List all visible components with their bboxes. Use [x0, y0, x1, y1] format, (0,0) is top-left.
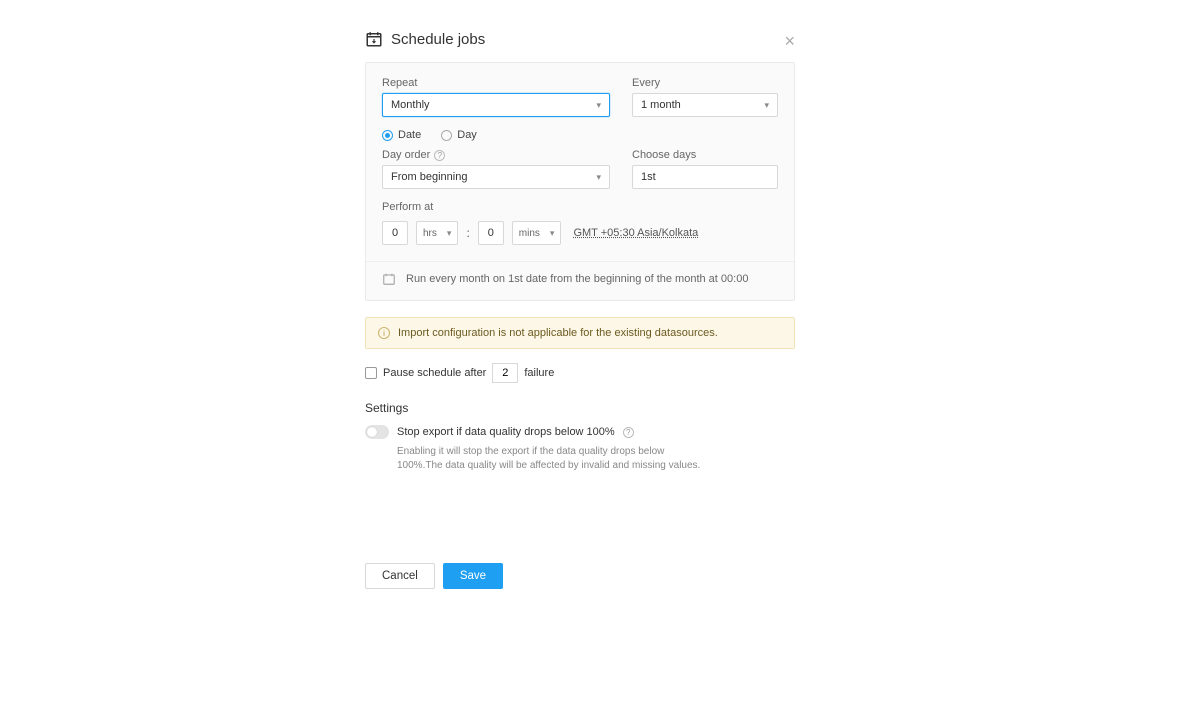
- time-colon: :: [466, 226, 469, 240]
- choose-days-field: Choose days 1st: [632, 149, 778, 189]
- chevron-down-icon: ▾: [596, 172, 601, 183]
- pause-schedule-row: Pause schedule after failure: [365, 363, 795, 383]
- radio-dot-icon: [382, 130, 393, 141]
- day-order-select[interactable]: From beginning ▾: [382, 165, 610, 189]
- repeat-select[interactable]: Monthly ▾: [382, 93, 610, 117]
- panel-header: Schedule jobs ×: [365, 30, 795, 48]
- radio-date-label: Date: [398, 129, 421, 141]
- divider: [366, 261, 794, 262]
- stop-export-label: Stop export if data quality drops below …: [397, 426, 615, 438]
- every-select[interactable]: 1 month ▾: [632, 93, 778, 117]
- repeat-label: Repeat: [382, 77, 610, 89]
- radio-day-label: Day: [457, 129, 477, 141]
- pause-suffix: failure: [524, 367, 554, 379]
- save-button[interactable]: Save: [443, 563, 503, 589]
- calendar-icon: [382, 272, 396, 286]
- day-order-field: Day order ? From beginning ▾: [382, 149, 610, 189]
- timezone-link[interactable]: GMT +05:30 Asia/Kolkata: [573, 227, 698, 239]
- stop-export-row: Stop export if data quality drops below …: [365, 425, 795, 439]
- mins-unit-select[interactable]: mins▾: [512, 221, 562, 245]
- info-icon: i: [378, 327, 390, 339]
- import-config-alert: i Import configuration is not applicable…: [365, 317, 795, 349]
- chevron-down-icon: ▾: [550, 228, 555, 239]
- close-icon[interactable]: ×: [784, 32, 795, 50]
- settings-heading: Settings: [365, 401, 795, 415]
- chevron-down-icon: ▾: [764, 100, 769, 111]
- cancel-button[interactable]: Cancel: [365, 563, 435, 589]
- schedule-summary: Run every month on 1st date from the beg…: [382, 272, 778, 286]
- hours-input[interactable]: 0: [382, 221, 408, 245]
- radio-date[interactable]: Date: [382, 129, 421, 141]
- calendar-icon: [365, 30, 383, 48]
- radio-day[interactable]: Day: [441, 129, 477, 141]
- help-icon[interactable]: ?: [434, 150, 445, 161]
- perform-at-field: Perform at 0 hrs▾ : 0 mins▾ GMT +05:30 A…: [382, 201, 778, 245]
- help-icon[interactable]: ?: [623, 427, 634, 438]
- every-value: 1 month: [641, 99, 681, 111]
- day-order-label: Day order ?: [382, 149, 610, 161]
- choose-days-value: 1st: [641, 171, 656, 183]
- chevron-down-icon: ▾: [596, 100, 601, 111]
- pause-prefix: Pause schedule after: [383, 367, 486, 379]
- pause-count-input[interactable]: [492, 363, 518, 383]
- alert-text: Import configuration is not applicable f…: [398, 327, 718, 339]
- hours-unit-select[interactable]: hrs▾: [416, 221, 458, 245]
- schedule-jobs-panel: Schedule jobs × Repeat Monthly ▾ Every 1…: [365, 30, 795, 472]
- stop-export-desc: Enabling it will stop the export if the …: [397, 445, 707, 472]
- day-order-value: From beginning: [391, 171, 467, 183]
- summary-text: Run every month on 1st date from the beg…: [406, 273, 748, 285]
- mins-input[interactable]: 0: [478, 221, 504, 245]
- panel-title: Schedule jobs: [391, 31, 485, 48]
- perform-at-label: Perform at: [382, 201, 778, 213]
- repeat-field: Repeat Monthly ▾: [382, 77, 610, 117]
- choose-days-select[interactable]: 1st: [632, 165, 778, 189]
- radio-dot-icon: [441, 130, 452, 141]
- every-label: Every: [632, 77, 778, 89]
- every-field: Every 1 month ▾: [632, 77, 778, 117]
- repeat-value: Monthly: [391, 99, 430, 111]
- footer-actions: Cancel Save: [365, 563, 503, 710]
- stop-export-toggle[interactable]: [365, 425, 389, 439]
- mode-radio-group: Date Day: [382, 129, 778, 141]
- pause-checkbox[interactable]: [365, 367, 377, 379]
- chevron-down-icon: ▾: [447, 228, 452, 239]
- choose-days-label: Choose days: [632, 149, 778, 161]
- schedule-card: Repeat Monthly ▾ Every 1 month ▾ Date: [365, 62, 795, 301]
